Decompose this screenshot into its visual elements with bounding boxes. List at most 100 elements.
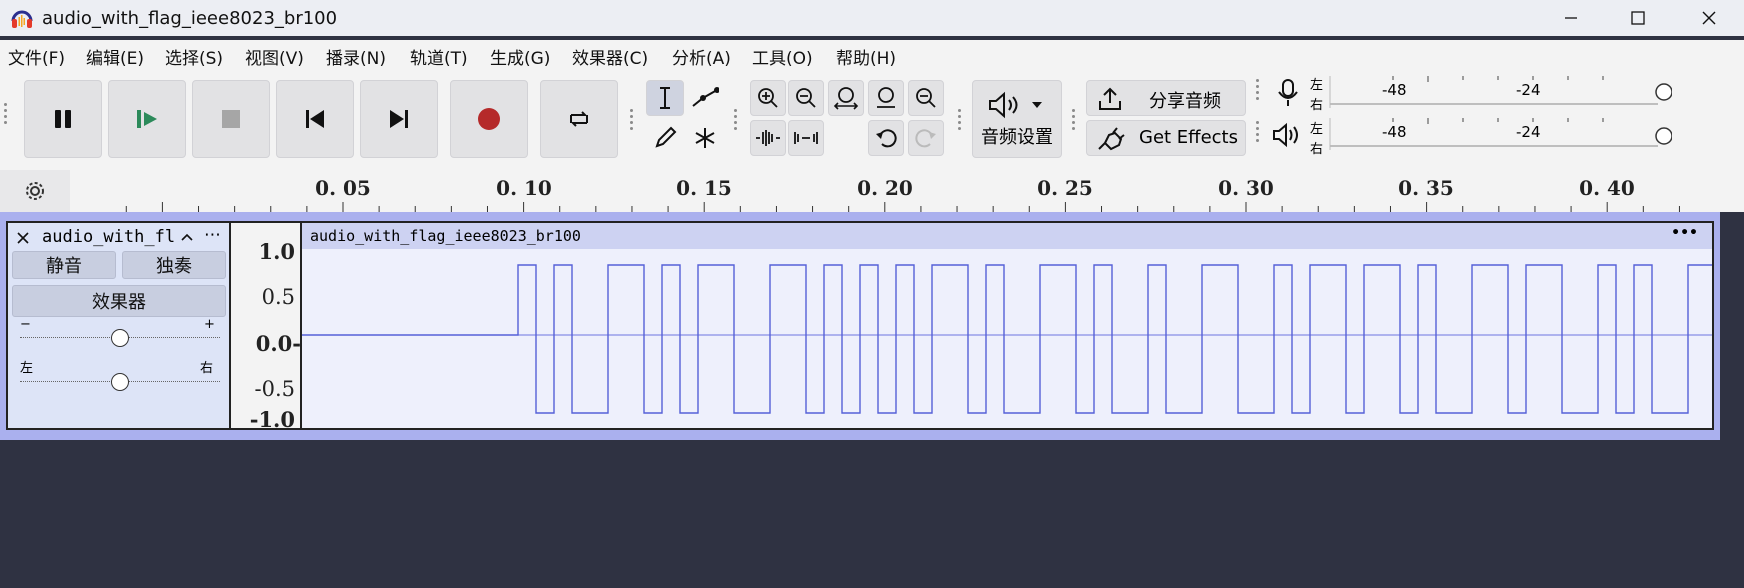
pencil-icon — [655, 126, 677, 148]
gain-slider[interactable] — [20, 327, 220, 349]
skip-to-end-button[interactable] — [360, 80, 438, 158]
toolbar-grip[interactable] — [2, 100, 10, 124]
stop-icon — [222, 110, 240, 128]
timeline-ruler[interactable]: 0. 05 0. 10 0. 15 0. 20 0. 25 0. 30 0. 3… — [0, 170, 1744, 212]
track-control-panel[interactable]: audio_with_fl ⋯ 静音 独奏 效果器 − + 左 右 — [6, 221, 231, 430]
menu-bar: 文件(F) 编辑(E) 选择(S) 视图(V) 播录(N) 轨道(T) 生成(G… — [0, 40, 1744, 70]
undo-button[interactable] — [868, 120, 904, 156]
selection-tool-button[interactable] — [646, 80, 684, 116]
stop-button[interactable] — [192, 80, 270, 158]
draw-tool-button[interactable] — [646, 120, 684, 156]
track-name[interactable]: audio_with_fl — [42, 227, 175, 247]
playback-meter-right: 右 — [1310, 142, 1324, 157]
ruler-label-025: 0. 25 — [1037, 176, 1093, 200]
close-icon — [1702, 11, 1716, 25]
zoom-in-icon — [758, 88, 778, 108]
solo-button[interactable]: 独奏 — [122, 251, 226, 279]
toolbar-grip[interactable] — [1254, 118, 1262, 142]
redo-button[interactable] — [908, 120, 944, 156]
pan-slider[interactable] — [20, 371, 220, 393]
ruler-label-030: 0. 30 — [1218, 176, 1274, 200]
ruler-label-005: 0. 05 — [315, 176, 371, 200]
vertical-ruler[interactable]: 1.0 0.5 0.0- -0.5 -1.0 — [231, 221, 301, 432]
menu-tools[interactable]: 工具(O) — [752, 44, 813, 69]
vruler-label-1: 1.0 — [258, 239, 295, 264]
pan-slider-thumb[interactable] — [111, 373, 129, 391]
zoom-selection-icon — [833, 87, 859, 110]
zoom-out-button[interactable] — [788, 80, 824, 116]
close-track-icon[interactable] — [16, 231, 30, 245]
envelope-tool-button[interactable] — [686, 80, 724, 116]
gain-slider-thumb[interactable] — [111, 329, 129, 347]
trim-audio-button[interactable] — [750, 120, 786, 156]
toolbar-grip[interactable] — [628, 106, 636, 130]
playback-meter[interactable]: -48 -24 — [1328, 116, 1673, 152]
loop-button[interactable] — [540, 80, 618, 158]
fit-selection-button[interactable] — [828, 80, 864, 116]
menu-tracks[interactable]: 轨道(T) — [410, 44, 468, 69]
toolbar-grip[interactable] — [1070, 106, 1078, 130]
trim-icon — [756, 130, 780, 146]
track-menu-icon[interactable]: ⋯ — [204, 225, 222, 245]
maximize-button[interactable] — [1603, 0, 1673, 36]
toolbar: 音频设置 分享音频 Get Effects 左 右 左 右 -48 -24 -4… — [0, 70, 1744, 170]
close-window-button[interactable] — [1674, 0, 1744, 36]
record-meter-tick-24: -24 — [1516, 81, 1541, 99]
menu-record[interactable]: 播录(N) — [326, 44, 386, 69]
vruler-label-0: 0.0- — [255, 331, 301, 356]
menu-select[interactable]: 选择(S) — [165, 44, 223, 69]
toolbar-grip[interactable] — [732, 106, 740, 130]
minimize-button[interactable] — [1536, 0, 1606, 36]
title-bar: audio_with_flag_ieee8023_br100 — [0, 0, 1744, 36]
play-icon — [137, 110, 157, 128]
record-meter[interactable]: -48 -24 — [1328, 74, 1673, 110]
record-meter-button[interactable] — [1270, 76, 1306, 110]
audio-clip[interactable]: audio_with_flag_ieee8023_br100 ••• — [300, 221, 1714, 430]
silence-icon — [794, 132, 818, 144]
play-button[interactable] — [108, 80, 186, 158]
playback-meter-scale — [1329, 118, 1673, 150]
loop-icon — [570, 111, 588, 127]
window-title: audio_with_flag_ieee8023_br100 — [42, 8, 338, 29]
clip-header[interactable]: audio_with_flag_ieee8023_br100 ••• — [302, 223, 1712, 249]
ruler-label-035: 0. 35 — [1398, 176, 1454, 200]
ruler-label-015: 0. 15 — [676, 176, 732, 200]
record-button[interactable] — [450, 80, 528, 158]
menu-file[interactable]: 文件(F) — [8, 44, 65, 69]
plug-icon — [1098, 127, 1125, 151]
zoom-in-button[interactable] — [750, 80, 786, 116]
track-effects-button[interactable]: 效果器 — [12, 285, 226, 317]
pause-button[interactable] — [24, 80, 102, 158]
zoom-toggle-button[interactable] — [908, 80, 944, 116]
playback-meter-button[interactable] — [1270, 118, 1306, 152]
audio-setup-button[interactable]: 音频设置 — [972, 80, 1062, 158]
menu-view[interactable]: 视图(V) — [245, 44, 304, 69]
menu-effects[interactable]: 效果器(C) — [572, 44, 648, 69]
audio-setup-label: 音频设置 — [981, 127, 1053, 148]
record-meter-left: 左 — [1310, 78, 1324, 93]
menu-generate[interactable]: 生成(G) — [490, 44, 550, 69]
toolbar-grip[interactable] — [1254, 76, 1262, 100]
waveform — [302, 264, 1712, 414]
clip-menu-icon[interactable]: ••• — [1671, 225, 1698, 241]
record-meter-scale — [1329, 76, 1673, 108]
get-effects-button[interactable]: Get Effects — [1086, 120, 1246, 156]
empty-track-space[interactable] — [0, 440, 1744, 588]
fit-project-button[interactable] — [868, 80, 904, 116]
skip-to-start-button[interactable] — [276, 80, 354, 158]
menu-edit[interactable]: 编辑(E) — [86, 44, 144, 69]
collapse-track-icon[interactable] — [180, 232, 194, 242]
menu-help[interactable]: 帮助(H) — [836, 44, 896, 69]
menu-analyze[interactable]: 分析(A) — [672, 44, 731, 69]
dropdown-arrow-icon — [1032, 102, 1042, 108]
share-audio-button[interactable]: 分享音频 — [1086, 80, 1246, 116]
mute-button[interactable]: 静音 — [12, 251, 116, 279]
upload-icon — [1099, 87, 1121, 110]
silence-audio-button[interactable] — [788, 120, 824, 156]
toolbar-grip[interactable] — [956, 106, 964, 130]
multi-tool-button[interactable] — [686, 120, 724, 156]
skip-end-icon — [390, 110, 408, 128]
audacity-logo-icon — [11, 10, 33, 28]
playback-meter-tick-48: -48 — [1382, 123, 1407, 141]
waveform-path — [302, 264, 1712, 414]
